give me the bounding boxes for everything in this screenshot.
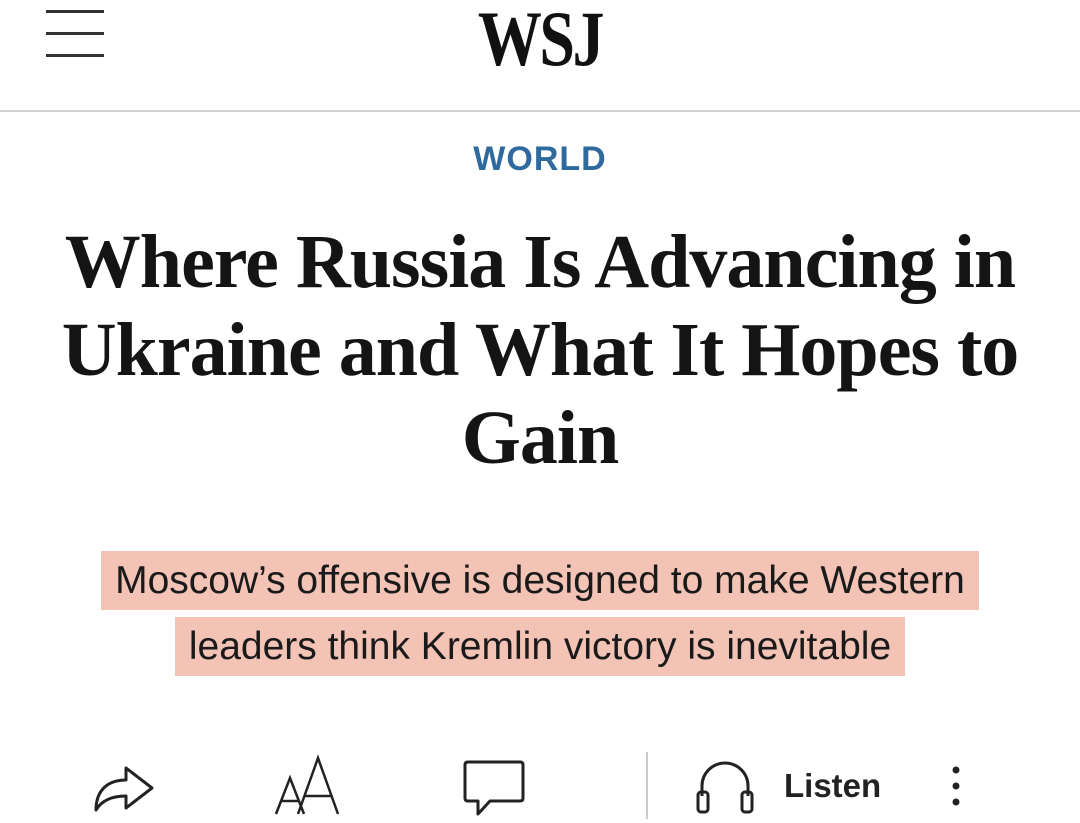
- article-headline: Where Russia Is Advancing in Ukraine and…: [61, 220, 1020, 480]
- article-dek: Moscow’s offensive is designed to make W…: [30, 548, 1050, 680]
- headphones-icon: [696, 761, 754, 814]
- top-bar: WSJ: [0, 0, 1080, 112]
- text-size-icon: [274, 754, 340, 815]
- section-label[interactable]: WORLD: [0, 140, 1080, 179]
- comment-bubble-icon: [463, 760, 525, 816]
- article-toolbar: Listen: [0, 740, 1080, 819]
- dek-line-2: leaders think Kremlin victory is inevita…: [174, 617, 906, 676]
- listen-label[interactable]: Listen: [784, 767, 881, 805]
- more-vertical-icon: [952, 766, 960, 806]
- comments-button[interactable]: [462, 758, 526, 818]
- text-size-button[interactable]: [272, 754, 344, 818]
- wsj-logo[interactable]: WSJ: [97, 0, 983, 82]
- toolbar-divider: [646, 752, 648, 819]
- dek-line-1: Moscow’s offensive is designed to make W…: [101, 551, 979, 610]
- share-arrow-icon: [94, 766, 154, 812]
- more-options-button[interactable]: [944, 766, 968, 810]
- share-button[interactable]: [90, 760, 156, 816]
